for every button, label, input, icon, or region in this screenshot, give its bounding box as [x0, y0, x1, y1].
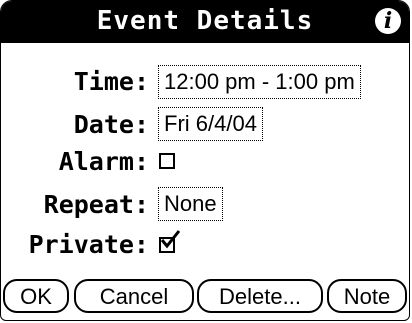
cancel-button[interactable]: Cancel	[74, 279, 194, 313]
ok-button[interactable]: OK	[3, 279, 69, 313]
private-label: Private:	[28, 230, 149, 259]
event-details-dialog: Event Details i Time: 12:00 pm - 1:00 pm…	[0, 0, 410, 321]
date-field[interactable]: Fri 6/4/04	[158, 107, 263, 141]
date-label: Date:	[73, 110, 149, 139]
note-button[interactable]: Note	[327, 279, 407, 313]
alarm-checkbox[interactable]	[159, 153, 175, 169]
checkmark-icon	[160, 230, 181, 249]
time-field[interactable]: 12:00 pm - 1:00 pm	[158, 65, 361, 99]
private-checkbox[interactable]	[159, 230, 181, 253]
repeat-field[interactable]: None	[158, 187, 223, 221]
alarm-label: Alarm:	[58, 147, 149, 176]
delete-button[interactable]: Delete...	[197, 279, 323, 313]
time-label: Time:	[73, 67, 149, 96]
title-bar: Event Details i	[1, 1, 409, 43]
info-icon[interactable]: i	[375, 8, 401, 34]
repeat-label: Repeat:	[43, 190, 149, 219]
dialog-title: Event Details	[96, 6, 314, 36]
